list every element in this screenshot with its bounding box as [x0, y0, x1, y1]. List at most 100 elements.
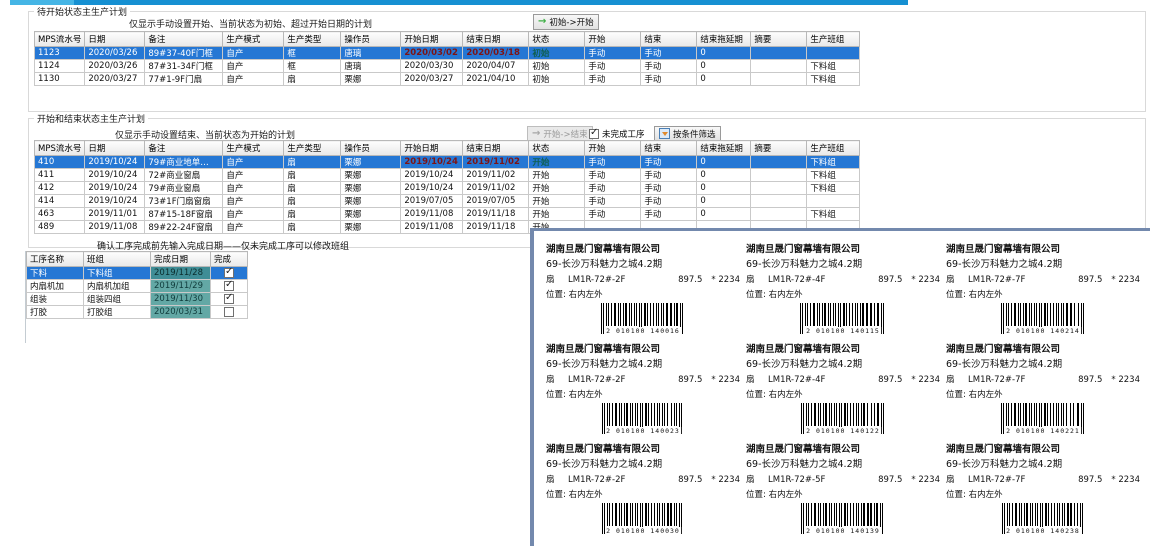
grid-cell[interactable]: [807, 195, 860, 208]
column-header[interactable]: 生产类型: [284, 141, 341, 156]
grid-cell[interactable]: 下料组: [807, 73, 860, 86]
grid-cell[interactable]: 手动: [641, 47, 697, 60]
grid-cell[interactable]: 手动: [585, 182, 641, 195]
grid-cell[interactable]: 开始: [529, 182, 585, 195]
column-header[interactable]: 操作员: [341, 32, 401, 47]
column-header[interactable]: 开始: [585, 32, 641, 47]
grid-cell[interactable]: 手动: [585, 169, 641, 182]
grid-cell[interactable]: 489: [35, 221, 85, 234]
grid-cell[interactable]: 73#1F门扇窗扇: [145, 195, 223, 208]
column-header[interactable]: 完成日期: [151, 252, 211, 267]
column-header[interactable]: 结束: [641, 141, 697, 156]
grid-cell[interactable]: [751, 73, 807, 86]
column-header[interactable]: 结束: [641, 32, 697, 47]
grid-cell[interactable]: 手动: [585, 195, 641, 208]
column-header[interactable]: 开始: [585, 141, 641, 156]
grid-cell[interactable]: 内扇机加: [27, 280, 84, 293]
column-header[interactable]: MPS流水号: [35, 141, 85, 156]
grid-cell[interactable]: 2019/07/05: [401, 195, 463, 208]
grid-cell[interactable]: 1123: [35, 47, 85, 60]
grid-cell[interactable]: 栗娜: [341, 208, 401, 221]
column-header[interactable]: 生产类型: [284, 32, 341, 47]
column-header[interactable]: 完成: [211, 252, 248, 267]
grid-cell[interactable]: 栗娜: [341, 182, 401, 195]
grid-cell[interactable]: 2019/11/29: [151, 280, 211, 293]
grid-cell[interactable]: 扇: [284, 221, 341, 234]
column-header[interactable]: 备注: [145, 141, 223, 156]
grid-cell[interactable]: 2020/03/27: [85, 73, 145, 86]
column-header[interactable]: 操作员: [341, 141, 401, 156]
grid-cell[interactable]: 框: [284, 47, 341, 60]
grid-cell[interactable]: 411: [35, 169, 85, 182]
table-row[interactable]: 4112019/10/2472#商业窗扇自产扇栗娜2019/10/242019/…: [35, 169, 860, 182]
grid-cell[interactable]: 2019/10/24: [85, 182, 145, 195]
grid-cell[interactable]: 2020/03/27: [401, 73, 463, 86]
done-checkbox[interactable]: [224, 294, 234, 304]
grid-cell[interactable]: 扇: [284, 169, 341, 182]
grid-cell[interactable]: 自产: [223, 182, 284, 195]
grid-cell[interactable]: 87#15-18F窗扇: [145, 208, 223, 221]
grid-cell[interactable]: 组装: [27, 293, 84, 306]
grid-cell[interactable]: 1130: [35, 73, 85, 86]
column-header[interactable]: 结束拖延期: [697, 32, 751, 47]
grid-cell[interactable]: 2019/11/30: [151, 293, 211, 306]
grid-cell[interactable]: 手动: [585, 156, 641, 169]
grid-cell[interactable]: 手动: [641, 73, 697, 86]
grid-cell[interactable]: 2020/03/26: [85, 47, 145, 60]
column-header[interactable]: 状态: [529, 32, 585, 47]
table-row[interactable]: 下料下料组2019/11/28: [27, 267, 248, 280]
grid-cell[interactable]: 2019/11/08: [85, 221, 145, 234]
unfinished-process-checkbox[interactable]: [589, 129, 599, 139]
grid-cell[interactable]: 2019/07/05: [463, 195, 529, 208]
grid-cell[interactable]: 463: [35, 208, 85, 221]
grid-cell[interactable]: 下料组: [807, 156, 860, 169]
grid-cell[interactable]: 开始: [529, 156, 585, 169]
grid-cell[interactable]: 组装四组: [84, 293, 151, 306]
done-checkbox[interactable]: [224, 307, 234, 317]
grid-cell[interactable]: 79#商业窗扇: [145, 182, 223, 195]
grid-cell[interactable]: 栗娜: [341, 221, 401, 234]
grid-cell[interactable]: 2019/11/18: [463, 208, 529, 221]
grid-cell[interactable]: 0: [697, 195, 751, 208]
grid-cell[interactable]: 2019/11/02: [463, 156, 529, 169]
column-header[interactable]: 日期: [85, 32, 145, 47]
table-row[interactable]: 4102019/10/2479#商业地单…自产扇栗娜2019/10/242019…: [35, 156, 860, 169]
grid-cell[interactable]: 手动: [585, 73, 641, 86]
grid-cell[interactable]: 0: [697, 156, 751, 169]
grid-cell[interactable]: 2020/03/02: [401, 47, 463, 60]
grid-cell[interactable]: 手动: [641, 208, 697, 221]
grid-cell[interactable]: 扇: [284, 208, 341, 221]
grid-cell[interactable]: 2019/11/08: [401, 221, 463, 234]
grid-cell[interactable]: 77#1-9F门扇: [145, 73, 223, 86]
column-header[interactable]: 结束拖延期: [697, 141, 751, 156]
grid-cell[interactable]: 2020/04/07: [463, 60, 529, 73]
grid-cell[interactable]: 开始: [529, 208, 585, 221]
column-header[interactable]: 结束日期: [463, 32, 529, 47]
grid-cell[interactable]: 2019/11/08: [401, 208, 463, 221]
grid-cell[interactable]: 2019/11/01: [85, 208, 145, 221]
column-header[interactable]: 开始日期: [401, 32, 463, 47]
grid-cell[interactable]: 自产: [223, 169, 284, 182]
init-to-start-button[interactable]: → 初始->开始: [533, 14, 599, 30]
grid-cell[interactable]: 初始: [529, 47, 585, 60]
grid-cell[interactable]: 2019/11/18: [463, 221, 529, 234]
grid-cell[interactable]: 手动: [641, 60, 697, 73]
grid-cell[interactable]: 0: [697, 182, 751, 195]
grid-cell[interactable]: 开始: [529, 169, 585, 182]
column-header[interactable]: 生产班组: [807, 141, 860, 156]
column-header[interactable]: 开始日期: [401, 141, 463, 156]
grid-cell[interactable]: [807, 47, 860, 60]
grid-cell[interactable]: 2019/10/24: [401, 169, 463, 182]
grid-cell[interactable]: 扇: [284, 195, 341, 208]
grid-cell[interactable]: [751, 156, 807, 169]
column-header[interactable]: 日期: [85, 141, 145, 156]
grid-cell[interactable]: 栗娜: [341, 73, 401, 86]
grid-cell[interactable]: 0: [697, 47, 751, 60]
grid-cell[interactable]: 自产: [223, 47, 284, 60]
grid-cell[interactable]: 栗娜: [341, 195, 401, 208]
done-checkbox[interactable]: [224, 268, 234, 278]
grid-cell[interactable]: 自产: [223, 60, 284, 73]
column-header[interactable]: 摘要: [751, 141, 807, 156]
grid-cell[interactable]: 栗娜: [341, 156, 401, 169]
column-header[interactable]: MPS流水号: [35, 32, 85, 47]
